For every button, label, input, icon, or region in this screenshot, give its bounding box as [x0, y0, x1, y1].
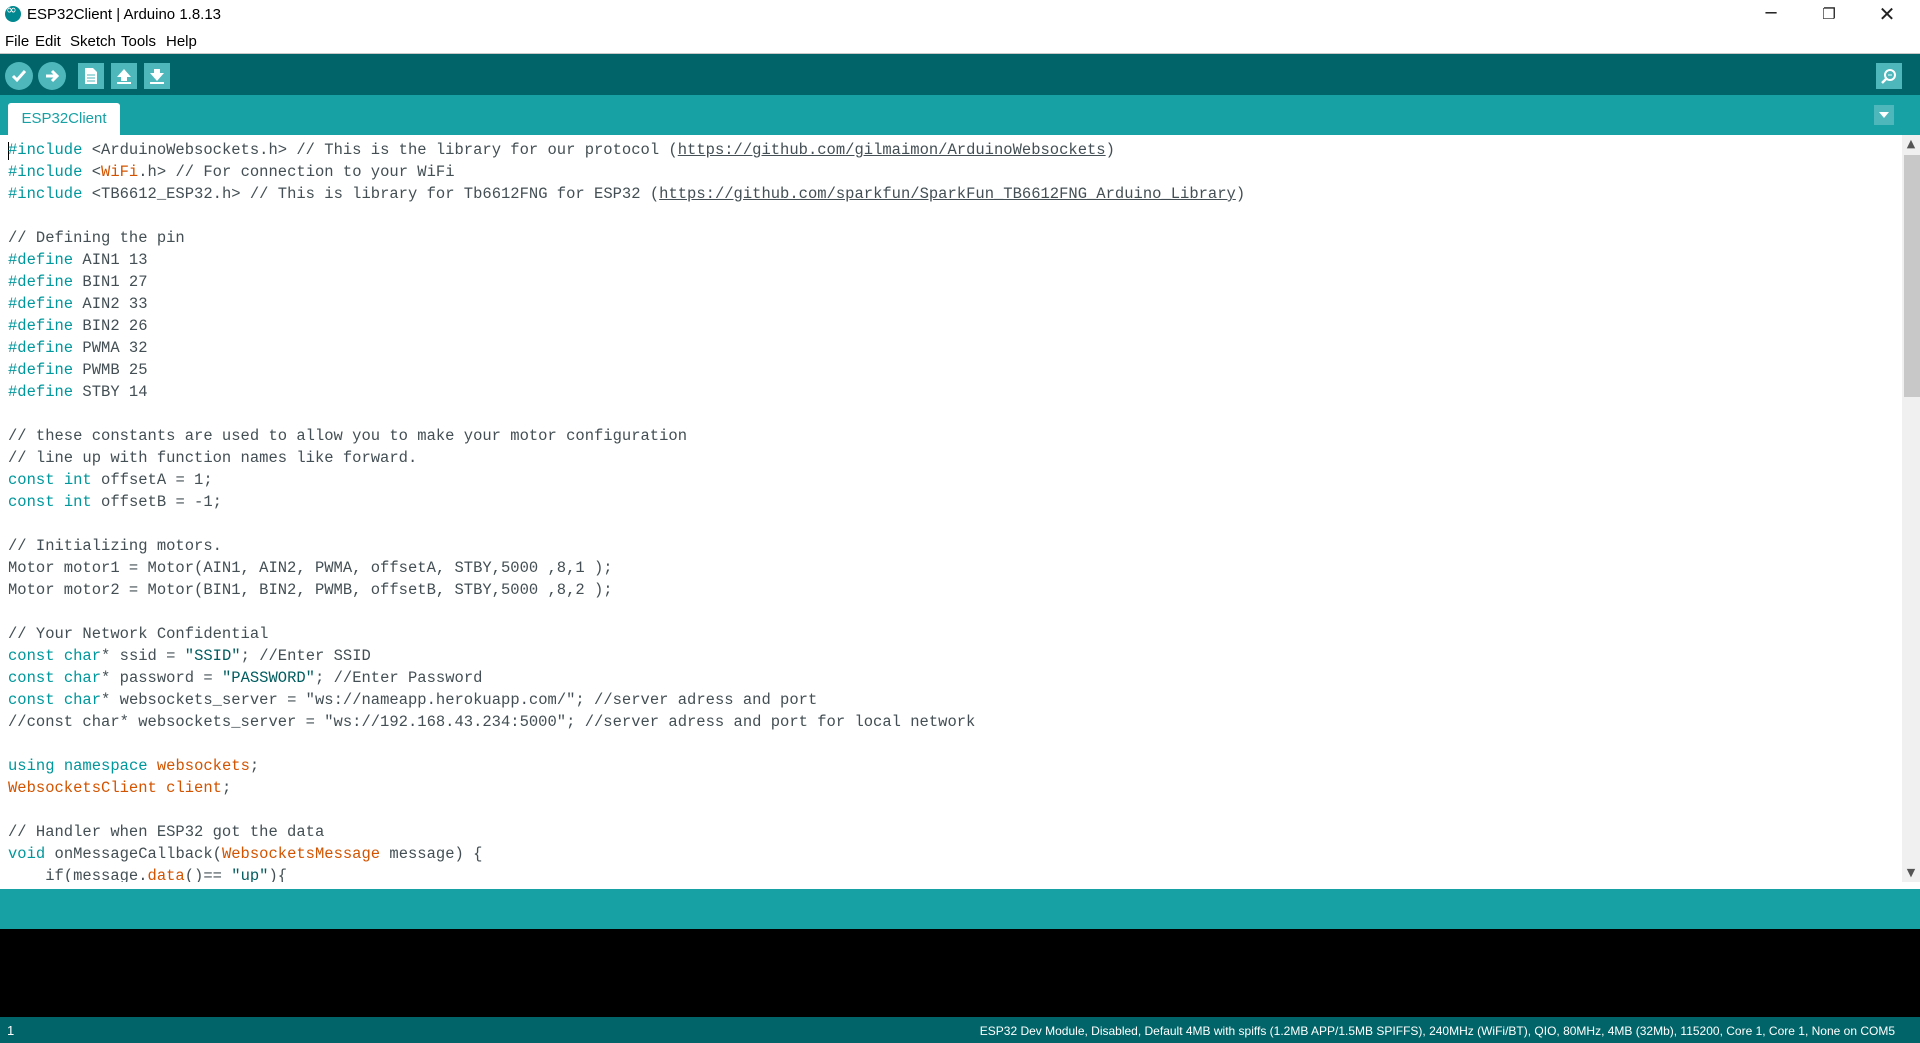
open-button[interactable]	[111, 63, 137, 89]
close-button[interactable]: ✕	[1858, 0, 1916, 30]
menu-file[interactable]: File	[5, 33, 29, 50]
tab-esp32client[interactable]: ESP32Client	[8, 103, 120, 135]
title-bar: ESP32Client | Arduino 1.8.13 ─ ❐ ✕	[0, 0, 1920, 30]
menu-help[interactable]: Help	[166, 33, 197, 50]
window-title: ESP32Client | Arduino 1.8.13	[27, 6, 222, 23]
code-line[interactable]: const char* password = "PASSWORD"; //Ent…	[8, 667, 482, 689]
code-line[interactable]: // Initializing motors.	[8, 535, 222, 557]
code-line[interactable]: #define AIN2 33	[8, 293, 148, 315]
checkmark-icon	[11, 70, 27, 83]
menu-sketch[interactable]: Sketch	[70, 33, 116, 50]
code-line[interactable]: #define AIN1 13	[8, 249, 148, 271]
new-file-icon	[85, 68, 97, 84]
code-line[interactable]: Motor motor2 = Motor(BIN1, BIN2, PWMB, o…	[8, 579, 613, 601]
editor-scrollbar[interactable]: ▲ ▼	[1902, 135, 1920, 882]
code-line[interactable]: if(message.data()== "up"){	[8, 865, 287, 882]
code-line[interactable]: // line up with function names like forw…	[8, 447, 417, 469]
arrow-up-icon	[117, 69, 131, 84]
arduino-logo-icon	[5, 3, 21, 22]
code-line[interactable]: const int offsetA = 1;	[8, 469, 213, 491]
menu-tools[interactable]: Tools	[121, 33, 156, 50]
code-line[interactable]: #include <WiFi.h> // For connection to y…	[8, 161, 455, 183]
board-info: ESP32 Dev Module, Disabled, Default 4MB …	[979, 1024, 1895, 1038]
code-line[interactable]: #define PWMB 25	[8, 359, 148, 381]
scroll-up-arrow-icon[interactable]: ▲	[1902, 135, 1920, 153]
tab-menu-button[interactable]	[1874, 105, 1894, 125]
scroll-down-arrow-icon[interactable]: ▼	[1902, 864, 1920, 882]
code-line[interactable]: // Defining the pin	[8, 227, 185, 249]
footer-status-bar: 1 ESP32 Dev Module, Disabled, Default 4M…	[0, 1017, 1920, 1043]
serial-monitor-button[interactable]	[1876, 63, 1902, 89]
scrollbar-thumb[interactable]	[1904, 155, 1920, 397]
chevron-down-icon	[1879, 112, 1889, 118]
code-line[interactable]: // Handler when ESP32 got the data	[8, 821, 324, 843]
save-button[interactable]	[144, 63, 170, 89]
code-line[interactable]: const char* websockets_server = "ws://na…	[8, 689, 817, 711]
code-line[interactable]: #define PWMA 32	[8, 337, 148, 359]
code-line[interactable]: void onMessageCallback(WebsocketsMessage…	[8, 843, 482, 865]
code-editor[interactable]: #include <ArduinoWebsockets.h> // This i…	[0, 135, 1902, 882]
toolbar	[0, 54, 1920, 95]
arrow-down-icon	[150, 69, 164, 84]
code-line[interactable]: #include <ArduinoWebsockets.h> // This i…	[8, 139, 1115, 161]
minimize-button[interactable]: ─	[1742, 0, 1800, 30]
code-line[interactable]: // these constants are used to allow you…	[8, 425, 687, 447]
line-number-indicator: 1	[7, 1023, 15, 1038]
maximize-button[interactable]: ❐	[1800, 0, 1858, 30]
code-line[interactable]: //const char* websockets_server = "ws://…	[8, 711, 975, 733]
code-line[interactable]: using namespace websockets;	[8, 755, 259, 777]
magnifier-icon	[1881, 69, 1896, 84]
console-output[interactable]	[0, 929, 1920, 1017]
new-sketch-button[interactable]	[78, 63, 104, 89]
code-line[interactable]: WebsocketsClient client;	[8, 777, 231, 799]
code-line[interactable]: const char* ssid = "SSID"; //Enter SSID	[8, 645, 371, 667]
tab-bar: ESP32Client	[0, 95, 1920, 135]
code-line[interactable]: // Your Network Confidential	[8, 623, 268, 645]
menu-edit[interactable]: Edit	[35, 33, 61, 50]
message-status-bar	[0, 889, 1920, 929]
verify-button[interactable]	[5, 62, 33, 90]
code-line[interactable]: #define BIN1 27	[8, 271, 148, 293]
upload-button[interactable]	[38, 62, 66, 90]
code-line[interactable]: #include <TB6612_ESP32.h> // This is lib…	[8, 183, 1245, 205]
code-line[interactable]: const int offsetB = -1;	[8, 491, 222, 513]
code-line[interactable]: Motor motor1 = Motor(AIN1, AIN2, PWMA, o…	[8, 557, 613, 579]
menu-bar: File Edit Sketch Tools Help	[0, 30, 1920, 54]
code-line[interactable]: #define BIN2 26	[8, 315, 148, 337]
code-line[interactable]: #define STBY 14	[8, 381, 148, 403]
arrow-right-icon	[46, 69, 60, 83]
